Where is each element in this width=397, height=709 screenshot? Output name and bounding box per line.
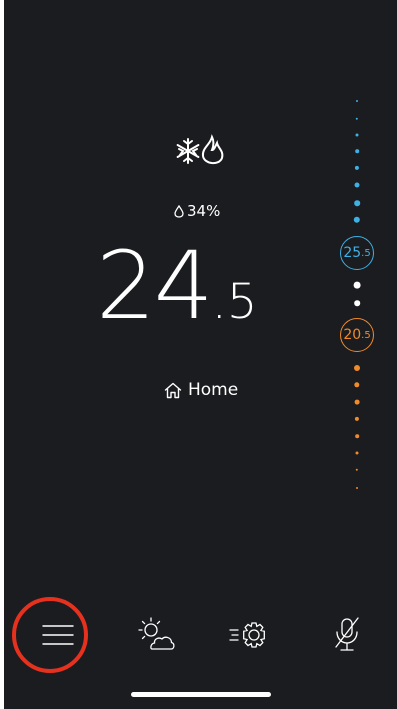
scale-dot-current (353, 281, 361, 289)
cool-setpoint-decimal: .5 (361, 247, 371, 259)
location-selector[interactable]: Home (164, 380, 238, 400)
setpoint-scale[interactable]: 25.5 20.5 (330, 95, 380, 495)
scale-dot-heat (355, 468, 359, 472)
tab-settings[interactable] (219, 600, 279, 670)
temperature-decimal: .5 (211, 274, 258, 330)
sun-cloud-icon (138, 617, 175, 650)
scale-dot-heat (356, 487, 358, 489)
location-label: Home (188, 380, 239, 400)
scale-dot-cool (355, 117, 359, 121)
temperature-integer: 24 (96, 232, 214, 341)
cool-setpoint-integer: 25 (343, 245, 362, 261)
scale-dot-cool (354, 165, 360, 171)
cool-setpoint[interactable]: 25.5 (340, 236, 374, 270)
gear-icon (229, 622, 265, 648)
droplet-icon (174, 204, 184, 218)
tab-voice[interactable] (317, 600, 377, 670)
home-indicator[interactable] (131, 692, 271, 697)
scale-dot-current (354, 300, 360, 306)
heat-setpoint-integer: 20 (343, 327, 362, 343)
home-icon (164, 382, 182, 398)
scale-dot-cool (353, 216, 361, 224)
current-temperature: 24.5 (96, 232, 257, 341)
thermostat-screen: 34% 24.5 Home 25.5 20.5 (4, 0, 397, 709)
scale-dot-cool (355, 149, 359, 153)
scale-dot-cool (354, 182, 360, 188)
scale-dot-cool (356, 100, 358, 102)
hamburger-menu-icon (42, 625, 74, 645)
heat-setpoint-decimal: .5 (361, 329, 371, 341)
heat-setpoint[interactable]: 20.5 (340, 318, 374, 352)
scale-dot-heat (354, 399, 360, 405)
scale-dot-heat (354, 382, 360, 388)
snowflake-flame-icon[interactable] (174, 133, 234, 169)
humidity-value: 34% (187, 202, 221, 220)
scale-dot-cool (354, 200, 360, 206)
scale-dot-heat (354, 416, 360, 422)
scale-dot-heat (355, 434, 359, 438)
scale-dot-heat (355, 451, 359, 455)
bottom-tab-bar (4, 600, 397, 680)
scale-dot-heat (354, 365, 360, 371)
scale-dot-cool (355, 133, 359, 137)
tab-weather[interactable] (126, 600, 186, 670)
microphone-muted-icon (335, 617, 359, 651)
humidity-readout: 34% (174, 202, 220, 220)
tab-menu[interactable] (28, 600, 88, 670)
